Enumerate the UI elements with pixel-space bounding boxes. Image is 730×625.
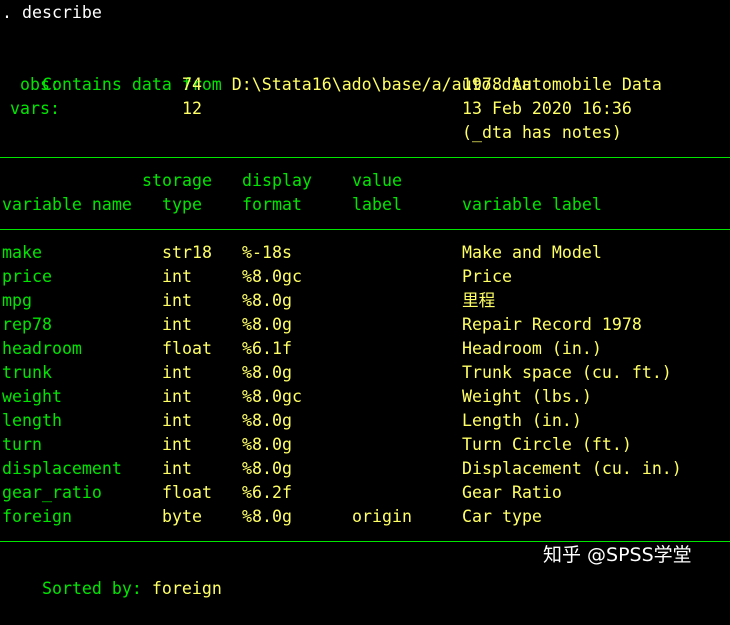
cell-variable-label: Gear Ratio: [462, 483, 562, 502]
cell-storage-type: int: [162, 387, 192, 406]
cell-variable-label: Headroom (in.): [462, 339, 602, 358]
col-display-top: display: [242, 171, 312, 190]
cell-display-format: %8.0gc: [242, 267, 302, 286]
col-format: format: [242, 195, 302, 214]
cell-variable-label: Car type: [462, 507, 542, 526]
cell-storage-type: float: [162, 483, 212, 502]
col-variable-name: variable name: [2, 195, 132, 214]
obs-value: 74: [182, 75, 202, 94]
cell-variable-label: Weight (lbs.): [462, 387, 592, 406]
header-rule: [0, 157, 730, 158]
sorted-line: Sorted by: foreign: [2, 553, 222, 598]
sorted-label: Sorted by:: [41, 579, 142, 598]
col-label: label: [352, 195, 402, 214]
cell-display-format: %8.0g: [242, 507, 292, 526]
cell-storage-type: int: [162, 411, 192, 430]
cell-display-format: %8.0g: [242, 291, 292, 310]
dataset-datetime: 13 Feb 2020 16:36: [462, 99, 632, 118]
cell-variable-label: Displacement (cu. in.): [462, 459, 682, 478]
command-line: . describe: [2, 3, 102, 22]
cell-display-format: %8.0gc: [242, 387, 302, 406]
cell-variable-name: weight: [2, 387, 62, 406]
dataset-label: 1978 Automobile Data: [462, 75, 662, 94]
cell-storage-type: int: [162, 267, 192, 286]
cell-variable-name: trunk: [2, 363, 52, 382]
cell-variable-name: rep78: [2, 315, 52, 334]
cell-display-format: %8.0g: [242, 363, 292, 382]
cell-variable-label: Make and Model: [462, 243, 602, 262]
cell-variable-name: headroom: [2, 339, 82, 358]
cell-display-format: %8.0g: [242, 459, 292, 478]
watermark: 知乎 @SPSS学堂: [543, 544, 692, 566]
cell-variable-name: foreign: [2, 507, 72, 526]
sorted-value: foreign: [151, 579, 222, 598]
cell-variable-label: Price: [462, 267, 512, 286]
cell-storage-type: int: [162, 291, 192, 310]
col-type: type: [162, 195, 202, 214]
cell-storage-type: int: [162, 363, 192, 382]
cell-variable-name: gear_ratio: [2, 483, 102, 502]
cell-variable-label: Length (in.): [462, 411, 582, 430]
vars-label: vars:: [10, 99, 60, 118]
cell-variable-label: Trunk space (cu. ft.): [462, 363, 672, 382]
cell-display-format: %8.0g: [242, 435, 292, 454]
cell-display-format: %6.1f: [242, 339, 292, 358]
cell-display-format: %6.2f: [242, 483, 292, 502]
cell-variable-name: make: [2, 243, 42, 262]
cell-variable-label: Repair Record 1978: [462, 315, 642, 334]
dataset-notes: (_dta has notes): [462, 123, 622, 142]
vars-value: 12: [182, 99, 202, 118]
cell-variable-name: mpg: [2, 291, 32, 310]
cell-variable-name: displacement: [2, 459, 122, 478]
cell-storage-type: int: [162, 459, 192, 478]
cell-value-label: origin: [352, 507, 412, 526]
col-variable-label: variable label: [462, 195, 602, 214]
columns-rule: [0, 229, 730, 230]
obs-label: obs:: [20, 75, 60, 94]
cell-storage-type: int: [162, 315, 192, 334]
cell-variable-label: 里程: [462, 291, 496, 310]
cell-variable-name: turn: [2, 435, 42, 454]
cell-display-format: %8.0g: [242, 315, 292, 334]
cell-storage-type: float: [162, 339, 212, 358]
col-value-top: value: [352, 171, 402, 190]
cell-storage-type: str18: [162, 243, 212, 262]
col-storage-top: storage: [142, 171, 212, 190]
cell-variable-name: length: [2, 411, 62, 430]
cell-storage-type: int: [162, 435, 192, 454]
cell-display-format: %8.0g: [242, 411, 292, 430]
contains-line: Contains data from D:\Stata16\ado\base/a…: [2, 49, 532, 94]
cell-variable-name: price: [2, 267, 52, 286]
cell-variable-label: Turn Circle (ft.): [462, 435, 632, 454]
cell-storage-type: byte: [162, 507, 202, 526]
cell-display-format: %-18s: [242, 243, 292, 262]
